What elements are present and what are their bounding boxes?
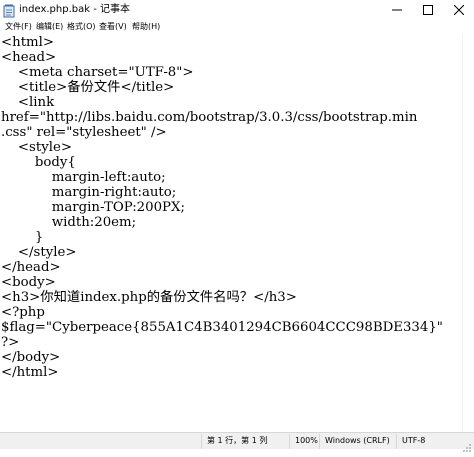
menu-format[interactable]: 格式(O) [67,20,96,34]
menu-view[interactable]: 查看(V) [99,20,127,34]
text-line: <h3>你知道index.php的备份文件名吗？</h3> [1,290,297,305]
line-ending: Windows (CRLF) [325,436,390,445]
text-line: </html> [1,365,59,380]
close-icon [453,5,464,15]
status-bar: 第 1 行，第 1 列 100% Windows (CRLF) UTF-8 [0,432,474,449]
maximize-button[interactable] [412,0,443,20]
status-divider [319,434,320,449]
close-button[interactable] [443,0,474,20]
menu-file[interactable]: 文件(F) [5,20,32,34]
menu-bar: 文件(F) 编辑(E) 格式(O) 查看(V) 帮助(H) [0,20,474,34]
menu-help[interactable]: 帮助(H) [132,20,160,34]
resize-grip-icon[interactable] [462,438,472,452]
cursor-position: 第 1 行，第 1 列 [207,436,268,445]
title-bar[interactable]: index.php.bak - 记事本 [0,0,474,20]
zoom-level: 100% [295,436,318,445]
minimize-icon [391,9,402,11]
menu-edit[interactable]: 编辑(E) [36,20,63,34]
status-divider [396,434,397,449]
maximize-icon [422,5,433,15]
window-title: index.php.bak - 记事本 [19,4,130,15]
text-editor[interactable]: <html> <head> <meta charset="UTF-8"> <ti… [0,34,462,432]
vertical-scrollbar[interactable] [462,34,474,432]
status-divider [289,434,290,449]
encoding: UTF-8 [402,436,426,445]
text-line: $flag="Cyberpeace{855A1C4B3401294CB6604C… [1,320,443,335]
notepad-app-icon [3,3,15,18]
minimize-button[interactable] [381,0,412,20]
status-divider [201,434,202,449]
